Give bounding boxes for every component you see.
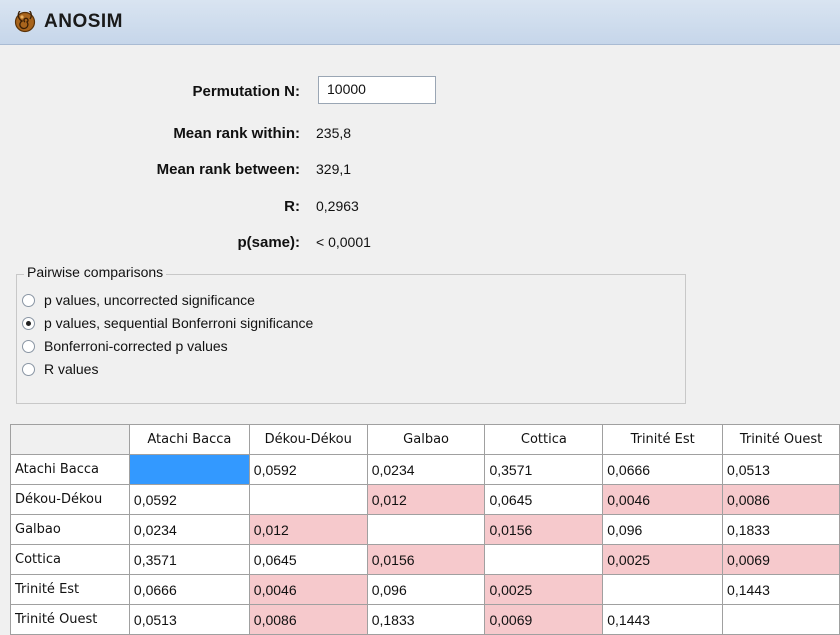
matrix-cell[interactable]: 0,0156 (366, 544, 486, 575)
matrix-cell[interactable] (722, 604, 840, 635)
mean-between-row: Mean rank between: (0, 156, 300, 182)
matrix-cell[interactable]: 0,1833 (722, 514, 840, 545)
radio-uncorrected[interactable]: p values, uncorrected significance (22, 290, 255, 310)
radio-button[interactable] (22, 293, 35, 307)
matrix-column-header[interactable]: Trinité Est (602, 424, 724, 455)
matrix-cell[interactable]: 0,0234 (366, 454, 486, 485)
matrix-cell[interactable]: 0,0645 (484, 484, 604, 515)
matrix-row: Trinité Est 0,0666 0,0046 0,096 0,0025 0,1443 (10, 574, 840, 605)
matrix-cell[interactable]: 0,0513 (722, 454, 840, 485)
matrix-cell[interactable]: 0,0513 (128, 604, 250, 635)
matrix-cell[interactable]: 0,0069 (722, 544, 840, 575)
radio-label: Bonferroni-corrected p values (44, 338, 228, 354)
matrix-corner-cell (10, 424, 130, 455)
matrix-row: Dékou-Dékou 0,0592 0,012 0,0645 0,0046 0,0086 (10, 484, 840, 515)
radio-label: R values (44, 361, 99, 377)
radio-r-values[interactable]: R values (22, 359, 98, 379)
matrix-row: Galbao 0,0234 0,012 0,0156 0,096 0,1833 (10, 514, 840, 545)
matrix-cell[interactable] (128, 454, 250, 485)
pairwise-matrix: Atachi Bacca Dékou-Dékou Galbao Cottica Trin… (10, 424, 840, 635)
window-title: ANOSIM (44, 11, 123, 32)
psame-row: p(same): (0, 229, 300, 255)
matrix-column-header[interactable]: Cottica (484, 424, 604, 455)
matrix-row: Cottica 0,3571 0,0645 0,0156 0,0025 0,0069 (10, 544, 840, 575)
title-bar: ANOSIM (0, 0, 840, 45)
matrix-cell[interactable] (366, 514, 486, 545)
matrix-column-header[interactable]: Atachi Bacca (128, 424, 250, 455)
psame-label: p(same): (237, 233, 300, 251)
matrix-row-header[interactable]: Trinité Ouest (10, 604, 130, 635)
matrix-cell[interactable]: 0,0645 (248, 544, 368, 575)
matrix-row: Trinité Ouest 0,0513 0,0086 0,1833 0,0069 0,1… (10, 604, 840, 635)
matrix-cell[interactable]: 0,0666 (602, 454, 724, 485)
matrix-cell[interactable]: 0,0025 (484, 574, 604, 605)
r-label: R: (284, 197, 300, 215)
matrix-cell[interactable]: 0,096 (366, 574, 486, 605)
matrix-column-header[interactable]: Galbao (366, 424, 486, 455)
radio-button[interactable] (22, 339, 35, 353)
matrix-cell[interactable]: 0,012 (366, 484, 486, 515)
matrix-row-header[interactable]: Trinité Est (10, 574, 130, 605)
matrix-column-header[interactable]: Dékou-Dékou (248, 424, 368, 455)
matrix-cell[interactable]: 0,0592 (128, 484, 250, 515)
r-value: 0,2963 (316, 198, 359, 214)
matrix-column-header[interactable]: Trinité Ouest (722, 424, 840, 455)
permutation-row: Permutation N: (0, 78, 300, 104)
matrix-cell[interactable] (248, 484, 368, 515)
matrix-cell[interactable]: 0,1443 (722, 574, 840, 605)
matrix-row-header[interactable]: Atachi Bacca (10, 454, 130, 485)
ammonite-shell-icon (14, 11, 36, 33)
matrix-cell[interactable]: 0,1443 (602, 604, 724, 635)
matrix-header-row: Atachi Bacca Dékou-Dékou Galbao Cottica Trin… (10, 424, 840, 455)
matrix-cell[interactable]: 0,0025 (602, 544, 724, 575)
matrix-cell[interactable]: 0,0046 (248, 574, 368, 605)
matrix-cell[interactable]: 0,3571 (484, 454, 604, 485)
radio-button[interactable] (22, 362, 35, 376)
radio-button-selected[interactable] (22, 316, 35, 330)
matrix-cell[interactable]: 0,0156 (484, 514, 604, 545)
radio-sequential-bonferroni[interactable]: p values, sequential Bonferroni signific… (22, 313, 313, 333)
permutation-input[interactable] (318, 76, 436, 104)
mean-between-value: 329,1 (316, 161, 352, 177)
matrix-row-header[interactable]: Galbao (10, 514, 130, 545)
matrix-cell[interactable]: 0,012 (248, 514, 368, 545)
radio-label: p values, sequential Bonferroni signific… (44, 315, 314, 331)
matrix-row-header[interactable]: Cottica (10, 544, 130, 575)
matrix-cell[interactable] (602, 574, 724, 605)
matrix-cell[interactable]: 0,0666 (128, 574, 250, 605)
matrix-cell[interactable]: 0,3571 (128, 544, 250, 575)
permutation-label: Permutation N: (192, 82, 300, 100)
matrix-cell[interactable]: 0,0046 (602, 484, 724, 515)
matrix-cell[interactable]: 0,1833 (366, 604, 486, 635)
pairwise-legend: Pairwise comparisons (24, 264, 167, 280)
matrix-cell[interactable] (484, 544, 604, 575)
mean-within-label: Mean rank within: (173, 124, 300, 142)
mean-between-label: Mean rank between: (156, 160, 300, 178)
mean-within-value: 235,8 (316, 125, 352, 141)
matrix-cell[interactable]: 0,0234 (128, 514, 250, 545)
mean-within-row: Mean rank within: (0, 120, 300, 146)
psame-value: < 0,0001 (316, 234, 371, 250)
radio-bonferroni-corrected[interactable]: Bonferroni-corrected p values (22, 336, 228, 356)
matrix-row: Atachi Bacca 0,0592 0,0234 0,3571 0,0666 0,05… (10, 454, 840, 485)
r-row: R: (0, 193, 300, 219)
matrix-cell[interactable]: 0,096 (602, 514, 724, 545)
matrix-cell[interactable]: 0,0069 (484, 604, 604, 635)
matrix-cell[interactable]: 0,0086 (248, 604, 368, 635)
matrix-row-header[interactable]: Dékou-Dékou (10, 484, 130, 515)
matrix-cell[interactable]: 0,0086 (722, 484, 840, 515)
matrix-cell[interactable]: 0,0592 (248, 454, 368, 485)
radio-label: p values, uncorrected significance (44, 292, 255, 308)
